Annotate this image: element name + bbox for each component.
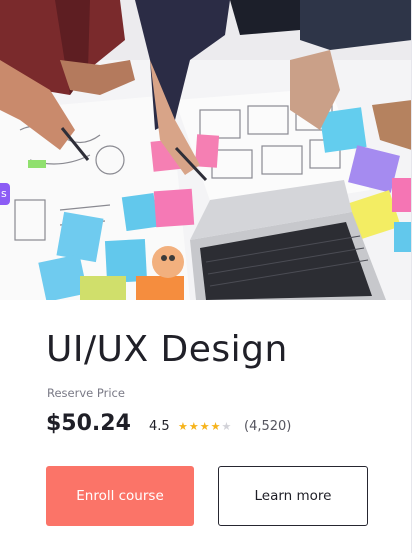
course-price: $50.24 (46, 411, 131, 436)
star-icon: ★ (199, 420, 210, 433)
course-title: UI/UX Design (46, 329, 288, 370)
star-icon: ★ (188, 420, 199, 433)
star-icon: ★ (210, 420, 221, 433)
learn-more-button[interactable]: Learn more (218, 466, 368, 526)
enroll-course-button[interactable]: Enroll course (46, 466, 194, 526)
star-icon: ★ (178, 420, 188, 433)
team-designing-wireframes-photo (0, 0, 411, 300)
side-tag: s (0, 183, 10, 205)
star-icon: ★ (221, 420, 232, 433)
rating-value: 4.5 (149, 419, 170, 434)
course-image: s (0, 0, 411, 300)
course-card: s UI/UX Design Reserve Price $50.24 4.5 … (0, 0, 412, 553)
rating-count: (4,520) (244, 419, 292, 434)
star-rating: ★ ★ ★ ★ ★ (178, 420, 231, 434)
reserve-price-label: Reserve Price (47, 386, 125, 400)
